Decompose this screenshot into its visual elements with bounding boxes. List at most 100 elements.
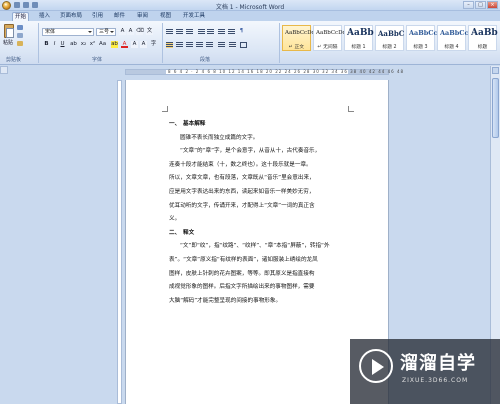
style-heading-4[interactable]: AaBbCc 标题 4 (437, 25, 469, 51)
align-left-icon[interactable] (166, 42, 173, 48)
clear-format-icon[interactable]: ⌫ (136, 28, 144, 35)
heading-text: 释文 (183, 229, 195, 236)
style-no-spacing[interactable]: AaBbCcDd ↵ 无间隔 (313, 25, 346, 51)
watermark-url: ZIXUE.3D66.COM (402, 377, 469, 384)
borders-icon[interactable] (240, 42, 247, 48)
style-name: ↵ 无间隔 (317, 45, 338, 50)
style-sample: AaBb (347, 28, 374, 38)
cut-icon[interactable] (17, 25, 23, 30)
ruler-toggle-button[interactable] (0, 66, 8, 74)
paragraph-line: 表”。“文章”原义指“有纹样的表面”，诸如服装上绣绘的龙凤 (169, 256, 318, 263)
underline-button[interactable]: U (59, 41, 66, 48)
chevron-down-icon (88, 31, 92, 33)
numbering-icon[interactable] (176, 29, 183, 35)
italic-button[interactable]: I (51, 41, 58, 48)
paragraph-line: “文章”的“章”字，是个会意字，从音从十，古代奏音乐， (180, 148, 321, 155)
tab-references[interactable]: 引用 (90, 12, 105, 21)
style-normal[interactable]: AaBbCcDd ↵ 正文 (282, 25, 315, 51)
style-name: 标题 3 (413, 45, 428, 50)
phonetic-icon[interactable]: 文 (146, 28, 153, 35)
play-logo-icon (359, 349, 393, 383)
char-shading-icon[interactable]: A (131, 41, 138, 48)
tab-mailings[interactable]: 邮件 (112, 12, 127, 21)
font-color-button[interactable]: A (121, 41, 128, 48)
paragraph-line: 义。 (169, 216, 181, 223)
enclose-char-icon[interactable]: 字 (150, 41, 157, 48)
group-label-font: 字体 (92, 57, 103, 63)
paragraph-line: 应是用文字表达出来的东西，读起来如音乐一样美妙无穷， (169, 188, 315, 195)
window-controls: – □ × (463, 1, 498, 9)
chinese-layout-icon[interactable] (218, 29, 225, 35)
increase-indent-icon[interactable] (207, 29, 214, 35)
style-sample: AaBbCcDd (316, 30, 347, 36)
heading-number: 二、 (169, 229, 181, 236)
font-name-value: 宋体 (45, 29, 56, 35)
paragraph-line: 圆锥不表长而独立成篇的文字。 (180, 134, 259, 141)
sort-icon[interactable] (228, 29, 235, 35)
shrink-font-icon[interactable]: A (127, 28, 134, 35)
vertical-ruler[interactable] (117, 80, 122, 404)
window-title: 文档 1 - Microsoft Word (215, 4, 285, 11)
show-marks-icon[interactable]: ¶ (238, 28, 245, 35)
style-sample: AaBbCc (440, 29, 469, 37)
style-name: ↵ 正文 (288, 45, 305, 50)
decrease-indent-icon[interactable] (198, 29, 205, 35)
copy-icon[interactable] (17, 33, 23, 38)
style-name: 标题 (477, 45, 488, 50)
subscript-icon[interactable]: x₂ (80, 41, 87, 48)
bullets-icon[interactable] (166, 29, 173, 35)
watermark: 溜溜自学 ZIXUE.3D66.COM (350, 339, 500, 404)
paragraph-line: 大脑“解码”才能完整呈现的间接的事物形象。 (169, 297, 282, 304)
tab-page-layout[interactable]: 页面布局 (58, 12, 84, 21)
line-spacing-icon[interactable] (218, 42, 225, 48)
style-title[interactable]: AaBb 标题 (468, 25, 498, 51)
style-heading-3[interactable]: AaBbCc 标题 3 (406, 25, 438, 51)
heading-basic-explanation: 一、 基本解释 (169, 118, 359, 132)
strikethrough-icon[interactable]: ab (70, 41, 77, 48)
minimize-button[interactable]: – (463, 1, 474, 9)
justify-icon[interactable] (196, 42, 203, 48)
grow-font-icon[interactable]: A (119, 28, 126, 35)
tab-insert[interactable]: 插入 (37, 12, 52, 21)
horizontal-ruler[interactable]: 8 6 4 2 · 2 4 6 8 10 12 14 16 18 20 22 2… (125, 69, 403, 75)
ribbon-tabs: 开始 插入 页面布局 引用 邮件 审阅 视图 开发工具 (0, 11, 500, 21)
tab-review[interactable]: 审阅 (135, 12, 150, 21)
style-name: 标题 4 (444, 45, 459, 50)
char-border-icon[interactable]: A (140, 41, 147, 48)
tab-view[interactable]: 视图 (158, 12, 173, 21)
style-sample: AaBbC (378, 29, 405, 38)
font-name-combo[interactable]: 宋体 (42, 28, 94, 36)
style-heading-2[interactable]: AaBbC 标题 2 (375, 25, 404, 51)
style-sample: AaBbCc (409, 29, 438, 37)
style-sample: AaBbCcDd (285, 30, 316, 36)
group-label-clipboard: 剪贴板 (6, 57, 22, 63)
watermark-brand: 溜溜自学 (400, 353, 476, 374)
multilevel-list-icon[interactable] (186, 29, 193, 35)
chevron-down-icon (110, 31, 114, 33)
highlight-icon[interactable]: ab (111, 41, 118, 48)
heading-text: 基本解释 (183, 121, 206, 127)
close-button[interactable]: × (487, 1, 498, 9)
paste-button[interactable]: 粘贴 (3, 24, 15, 46)
document-body[interactable]: 一、 基本解释 圆锥不表长而独立成篇的文字。 “文章”的“章”字，是个会意字，从音… (169, 118, 359, 308)
scroll-up-button[interactable] (492, 67, 499, 74)
superscript-icon[interactable]: x² (89, 41, 96, 48)
margin-corner-mark (348, 106, 354, 112)
tab-home[interactable]: 开始 (12, 12, 30, 21)
style-name: 标题 2 (382, 45, 397, 50)
ruler-numbers: 8 6 4 2 · 2 4 6 8 10 12 14 16 18 20 22 2… (168, 69, 405, 74)
distributed-icon[interactable] (206, 42, 213, 48)
tab-developer[interactable]: 开发工具 (181, 12, 207, 21)
align-center-icon[interactable] (176, 42, 183, 48)
bold-button[interactable]: B (43, 41, 50, 48)
font-size-combo[interactable]: 三号 (96, 28, 116, 36)
format-painter-icon[interactable] (17, 41, 23, 46)
maximize-button[interactable]: □ (475, 1, 486, 9)
heading-number: 一、 (169, 121, 181, 127)
align-right-icon[interactable] (186, 42, 193, 48)
change-case-icon[interactable]: Aa (99, 41, 106, 48)
scroll-thumb[interactable] (492, 78, 499, 138)
style-sample: AaBb (471, 28, 498, 38)
shading-icon[interactable] (229, 42, 236, 48)
style-heading-1[interactable]: AaBb 标题 1 (344, 25, 374, 51)
